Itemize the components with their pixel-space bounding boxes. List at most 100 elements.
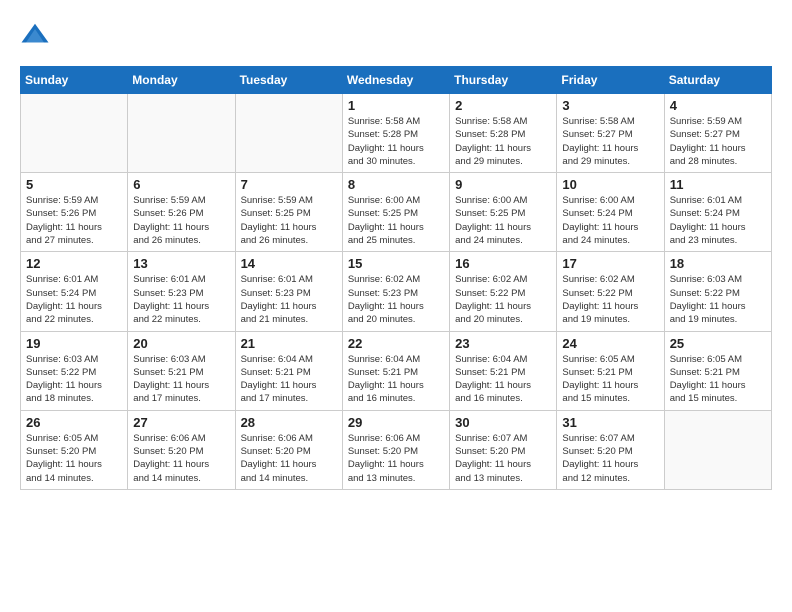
- day-info: Sunrise: 6:00 AM Sunset: 5:24 PM Dayligh…: [562, 194, 658, 247]
- day-number: 25: [670, 336, 766, 351]
- calendar-day-16: 16 Sunrise: 6:02 AM Sunset: 5:22 PM Dayli…: [450, 252, 557, 331]
- day-number: 28: [241, 415, 337, 430]
- calendar-day-20: 20 Sunrise: 6:03 AM Sunset: 5:21 PM Dayli…: [128, 331, 235, 410]
- day-info: Sunrise: 5:59 AM Sunset: 5:27 PM Dayligh…: [670, 115, 766, 168]
- day-number: 21: [241, 336, 337, 351]
- day-info: Sunrise: 5:59 AM Sunset: 5:25 PM Dayligh…: [241, 194, 337, 247]
- day-info: Sunrise: 6:06 AM Sunset: 5:20 PM Dayligh…: [348, 432, 444, 485]
- day-header-tuesday: Tuesday: [235, 67, 342, 94]
- day-number: 23: [455, 336, 551, 351]
- day-number: 19: [26, 336, 122, 351]
- calendar-empty-cell: [235, 94, 342, 173]
- calendar-day-3: 3 Sunrise: 5:58 AM Sunset: 5:27 PM Daylig…: [557, 94, 664, 173]
- day-number: 22: [348, 336, 444, 351]
- day-info: Sunrise: 6:05 AM Sunset: 5:21 PM Dayligh…: [670, 353, 766, 406]
- day-info: Sunrise: 5:58 AM Sunset: 5:28 PM Dayligh…: [455, 115, 551, 168]
- calendar-day-27: 27 Sunrise: 6:06 AM Sunset: 5:20 PM Dayli…: [128, 410, 235, 489]
- day-info: Sunrise: 6:04 AM Sunset: 5:21 PM Dayligh…: [348, 353, 444, 406]
- calendar-day-2: 2Sunrise: 5:58 AM Sunset: 5:28 PM Daylig…: [450, 94, 557, 173]
- day-info: Sunrise: 6:05 AM Sunset: 5:21 PM Dayligh…: [562, 353, 658, 406]
- day-header-saturday: Saturday: [664, 67, 771, 94]
- day-number: 24: [562, 336, 658, 351]
- day-header-monday: Monday: [128, 67, 235, 94]
- calendar-table: SundayMondayTuesdayWednesdayThursdayFrid…: [20, 66, 772, 490]
- day-number: 4: [670, 98, 766, 113]
- calendar-empty-cell: [664, 410, 771, 489]
- day-info: Sunrise: 6:00 AM Sunset: 5:25 PM Dayligh…: [455, 194, 551, 247]
- day-header-friday: Friday: [557, 67, 664, 94]
- day-info: Sunrise: 6:01 AM Sunset: 5:23 PM Dayligh…: [241, 273, 337, 326]
- calendar-day-4: 4 Sunrise: 5:59 AM Sunset: 5:27 PM Daylig…: [664, 94, 771, 173]
- day-info: Sunrise: 6:06 AM Sunset: 5:20 PM Dayligh…: [133, 432, 229, 485]
- calendar-day-25: 25 Sunrise: 6:05 AM Sunset: 5:21 PM Dayli…: [664, 331, 771, 410]
- logo: [20, 20, 54, 50]
- calendar-day-22: 22 Sunrise: 6:04 AM Sunset: 5:21 PM Dayli…: [342, 331, 449, 410]
- day-number: 1: [348, 98, 444, 113]
- calendar-day-28: 28 Sunrise: 6:06 AM Sunset: 5:20 PM Dayli…: [235, 410, 342, 489]
- day-info: Sunrise: 6:03 AM Sunset: 5:22 PM Dayligh…: [670, 273, 766, 326]
- day-info: Sunrise: 6:02 AM Sunset: 5:23 PM Dayligh…: [348, 273, 444, 326]
- calendar-day-9: 9 Sunrise: 6:00 AM Sunset: 5:25 PM Daylig…: [450, 173, 557, 252]
- calendar-day-10: 10 Sunrise: 6:00 AM Sunset: 5:24 PM Dayli…: [557, 173, 664, 252]
- day-number: 15: [348, 256, 444, 271]
- day-number: 11: [670, 177, 766, 192]
- calendar-empty-cell: [21, 94, 128, 173]
- day-header-thursday: Thursday: [450, 67, 557, 94]
- day-info: Sunrise: 6:02 AM Sunset: 5:22 PM Dayligh…: [455, 273, 551, 326]
- day-info: Sunrise: 6:00 AM Sunset: 5:25 PM Dayligh…: [348, 194, 444, 247]
- calendar-day-13: 13Sunrise: 6:01 AM Sunset: 5:23 PM Dayli…: [128, 252, 235, 331]
- calendar-day-29: 29 Sunrise: 6:06 AM Sunset: 5:20 PM Dayli…: [342, 410, 449, 489]
- day-number: 14: [241, 256, 337, 271]
- day-number: 29: [348, 415, 444, 430]
- calendar-day-24: 24 Sunrise: 6:05 AM Sunset: 5:21 PM Dayli…: [557, 331, 664, 410]
- day-number: 27: [133, 415, 229, 430]
- day-number: 16: [455, 256, 551, 271]
- day-info: Sunrise: 5:59 AM Sunset: 5:26 PM Dayligh…: [133, 194, 229, 247]
- calendar-day-11: 11 Sunrise: 6:01 AM Sunset: 5:24 PM Dayli…: [664, 173, 771, 252]
- calendar-week-1: 1 Sunrise: 5:58 AM Sunset: 5:28 PM Daylig…: [21, 94, 772, 173]
- day-info: Sunrise: 6:04 AM Sunset: 5:21 PM Dayligh…: [455, 353, 551, 406]
- day-info: Sunrise: 6:07 AM Sunset: 5:20 PM Dayligh…: [455, 432, 551, 485]
- calendar-week-4: 19 Sunrise: 6:03 AM Sunset: 5:22 PM Dayli…: [21, 331, 772, 410]
- day-info: Sunrise: 6:04 AM Sunset: 5:21 PM Dayligh…: [241, 353, 337, 406]
- calendar-day-26: 26Sunrise: 6:05 AM Sunset: 5:20 PM Dayli…: [21, 410, 128, 489]
- day-number: 7: [241, 177, 337, 192]
- day-number: 26: [26, 415, 122, 430]
- calendar-day-31: 31Sunrise: 6:07 AM Sunset: 5:20 PM Dayli…: [557, 410, 664, 489]
- day-info: Sunrise: 5:58 AM Sunset: 5:28 PM Dayligh…: [348, 115, 444, 168]
- calendar-day-17: 17Sunrise: 6:02 AM Sunset: 5:22 PM Dayli…: [557, 252, 664, 331]
- day-number: 31: [562, 415, 658, 430]
- day-info: Sunrise: 6:03 AM Sunset: 5:21 PM Dayligh…: [133, 353, 229, 406]
- day-header-sunday: Sunday: [21, 67, 128, 94]
- calendar-day-30: 30 Sunrise: 6:07 AM Sunset: 5:20 PM Dayli…: [450, 410, 557, 489]
- day-number: 8: [348, 177, 444, 192]
- day-number: 30: [455, 415, 551, 430]
- day-info: Sunrise: 6:03 AM Sunset: 5:22 PM Dayligh…: [26, 353, 122, 406]
- calendar-day-21: 21 Sunrise: 6:04 AM Sunset: 5:21 PM Dayli…: [235, 331, 342, 410]
- day-number: 6: [133, 177, 229, 192]
- day-info: Sunrise: 6:01 AM Sunset: 5:24 PM Dayligh…: [26, 273, 122, 326]
- calendar-empty-cell: [128, 94, 235, 173]
- day-info: Sunrise: 5:58 AM Sunset: 5:27 PM Dayligh…: [562, 115, 658, 168]
- day-number: 3: [562, 98, 658, 113]
- page-header: [20, 20, 772, 50]
- day-number: 20: [133, 336, 229, 351]
- day-number: 10: [562, 177, 658, 192]
- calendar-day-14: 14 Sunrise: 6:01 AM Sunset: 5:23 PM Dayli…: [235, 252, 342, 331]
- calendar-day-19: 19 Sunrise: 6:03 AM Sunset: 5:22 PM Dayli…: [21, 331, 128, 410]
- day-info: Sunrise: 6:06 AM Sunset: 5:20 PM Dayligh…: [241, 432, 337, 485]
- day-number: 18: [670, 256, 766, 271]
- day-number: 12: [26, 256, 122, 271]
- logo-icon: [20, 20, 50, 50]
- calendar-week-3: 12 Sunrise: 6:01 AM Sunset: 5:24 PM Dayli…: [21, 252, 772, 331]
- day-info: Sunrise: 6:01 AM Sunset: 5:24 PM Dayligh…: [670, 194, 766, 247]
- calendar-day-18: 18 Sunrise: 6:03 AM Sunset: 5:22 PM Dayli…: [664, 252, 771, 331]
- calendar-day-23: 23 Sunrise: 6:04 AM Sunset: 5:21 PM Dayli…: [450, 331, 557, 410]
- day-info: Sunrise: 5:59 AM Sunset: 5:26 PM Dayligh…: [26, 194, 122, 247]
- day-number: 9: [455, 177, 551, 192]
- calendar-day-8: 8 Sunrise: 6:00 AM Sunset: 5:25 PM Daylig…: [342, 173, 449, 252]
- calendar-header-row: SundayMondayTuesdayWednesdayThursdayFrid…: [21, 67, 772, 94]
- calendar-week-5: 26Sunrise: 6:05 AM Sunset: 5:20 PM Dayli…: [21, 410, 772, 489]
- day-number: 5: [26, 177, 122, 192]
- calendar-week-2: 5 Sunrise: 5:59 AM Sunset: 5:26 PM Daylig…: [21, 173, 772, 252]
